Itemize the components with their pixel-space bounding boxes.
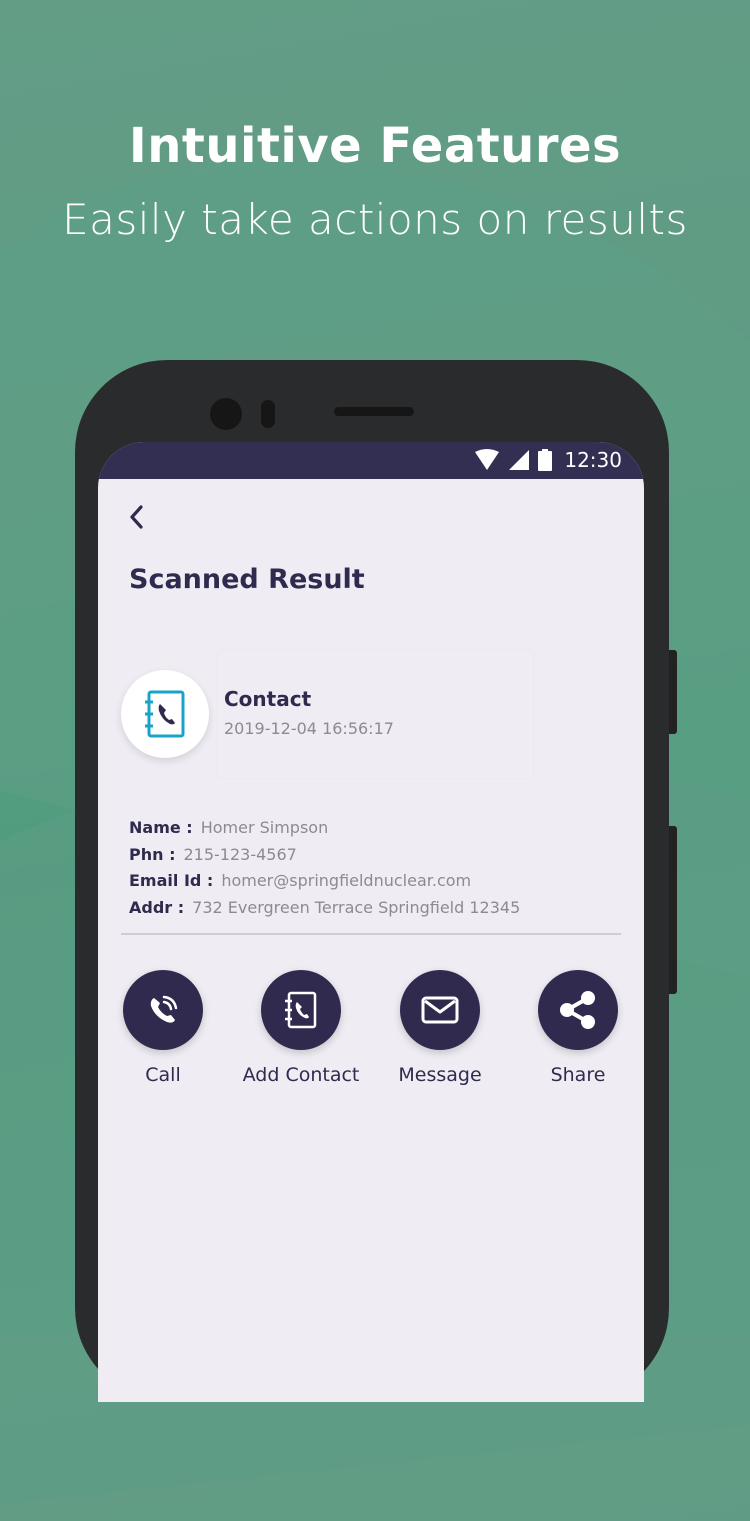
phone-icon — [150, 995, 178, 1023]
result-timestamp: 2019-12-04 16:56:17 — [224, 719, 394, 738]
add-contact-button[interactable]: Add Contact — [231, 970, 371, 1086]
status-time: 12:30 — [564, 448, 622, 472]
power-button — [669, 826, 677, 994]
status-bar: 12:30 — [98, 442, 644, 479]
call-label: Call — [145, 1064, 181, 1086]
share-button-circle[interactable] — [538, 970, 618, 1050]
message-button-circle[interactable] — [400, 970, 480, 1050]
camera — [210, 398, 242, 430]
divider — [121, 933, 621, 935]
address-book-icon — [285, 991, 317, 1029]
detail-label: Addr : — [129, 897, 185, 917]
detail-label: Email Id : — [129, 871, 214, 890]
result-type: Contact — [224, 687, 312, 711]
action-bar: Call Add Contact Message Share — [98, 970, 644, 1100]
message-button[interactable]: Message — [370, 970, 510, 1086]
detail-row-phone: Phn : 215-123-4567 — [129, 845, 520, 872]
promo-title: Intuitive Features — [128, 118, 622, 174]
detail-value: homer@springfieldnuclear.com — [221, 871, 472, 890]
share-button[interactable]: Share — [508, 970, 644, 1086]
detail-value: 215-123-4567 — [183, 844, 297, 864]
page-title: Scanned Result — [129, 564, 365, 595]
result-card — [218, 650, 533, 778]
add-contact-label: Add Contact — [242, 1064, 360, 1086]
address-book-icon — [145, 690, 185, 738]
battery-icon — [538, 449, 553, 471]
envelope-icon — [421, 996, 459, 1024]
detail-value: Homer Simpson — [200, 818, 329, 837]
detail-label: Phn : — [129, 844, 176, 864]
detail-row-address: Addr : 732 Evergreen Terrace Springfield… — [129, 898, 520, 925]
detail-label: Name : — [129, 818, 193, 837]
message-label: Message — [398, 1064, 482, 1086]
phone-frame: 12:30 Scanned Result Contact 2019-12-04 … — [75, 360, 677, 1402]
call-button[interactable]: Call — [98, 970, 233, 1086]
sensor — [261, 400, 275, 428]
detail-row-name: Name : Homer Simpson — [129, 818, 520, 845]
share-icon — [560, 991, 595, 1029]
wifi-icon — [475, 449, 500, 470]
detail-row-email: Email Id : homer@springfieldnuclear.com — [129, 871, 520, 898]
app-screen: 12:30 Scanned Result Contact 2019-12-04 … — [98, 442, 644, 1402]
signal-icon — [509, 450, 530, 470]
add-contact-button-circle[interactable] — [261, 970, 341, 1050]
call-button-circle[interactable] — [123, 970, 203, 1050]
volume-button — [669, 650, 677, 734]
share-label: Share — [550, 1064, 606, 1086]
back-icon[interactable] — [124, 502, 148, 532]
detail-value: 732 Evergreen Terrace Springfield 12345 — [192, 897, 521, 917]
contact-details: Name : Homer Simpson Phn : 215-123-4567 … — [129, 818, 520, 924]
speaker — [334, 407, 414, 416]
result-type-badge — [121, 670, 209, 758]
promo-subtitle: Easily take actions on results — [62, 195, 688, 244]
